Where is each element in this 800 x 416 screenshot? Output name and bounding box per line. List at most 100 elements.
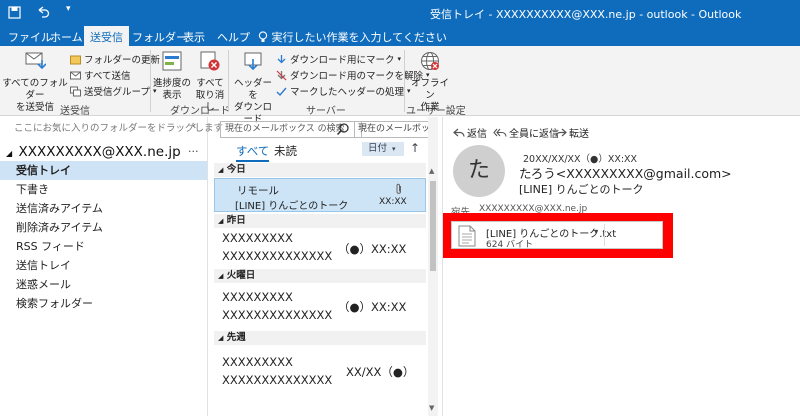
expand-triangle-icon: ◢ [6,149,13,158]
search-scope-select[interactable]: 現在のメールボックス ▾ [354,121,436,138]
mark-download-label: ダウンロード用にマーク [290,55,395,66]
attachment-card[interactable]: [LINE] りんごとのトーク.txt 624 バイト ▾ [451,221,663,250]
send-receive-groups-button[interactable]: 送受信グループ ▾ [70,84,156,98]
title-bar: ▾ 受信トレイ - XXXXXXXXXX@XXX.ne.jp - outlook… [0,0,800,26]
show-progress-button[interactable]: 進捗度の 表示 [152,50,192,102]
group-header-tuesday[interactable]: ◢ 火曜日 [214,269,426,283]
tab-view[interactable]: 表示 [183,29,205,45]
reply-button[interactable]: 返信 [453,125,487,140]
undo-icon[interactable] [36,6,50,19]
message-item[interactable]: XXXXXXXXX XXXXXXXXXXXXXX （●）XX:XX [214,284,426,326]
group-label-server: サーバー [306,106,346,117]
attachment-menu-icon[interactable]: ▾ [594,227,598,236]
message-item[interactable]: XXXXXXXXX XXXXXXXXXXXXXX XX/XX（●） [214,347,426,389]
reply-all-label: 全員に返信 [509,129,559,140]
sort-by-date-button[interactable]: 日付 ▾ [362,142,404,156]
message-sender: XXXXXXXXX [222,231,293,245]
folder-search-folders[interactable]: 検索フォルダー [0,294,207,313]
group-label-download: ダウンロード [170,106,230,117]
update-folder-label: フォルダーの更新 [84,55,161,66]
folder-sent-items[interactable]: 送信済みアイテム [0,199,207,218]
more-options-icon[interactable]: ··· [188,145,199,158]
folder-label: 送信トレイ [16,259,71,272]
process-marked-button[interactable]: マークしたヘッダーの処理 ▾ [276,84,411,98]
window-title: 受信トレイ - XXXXXXXXXX@XXX.ne.jp - outlook -… [430,8,742,21]
folder-label: 検索フォルダー [16,297,93,310]
attachment-size: 624 バイト [486,240,534,250]
folder-outbox[interactable]: 送信トレイ [0,256,207,275]
send-all-icon [70,71,81,79]
group-header-yesterday[interactable]: ◢ 昨日 [214,214,426,228]
folder-label: RSS フィード [16,240,85,253]
unmark-download-button[interactable]: ダウンロード用のマークを解除 ▾ [276,68,430,82]
cancel-all-icon [200,51,220,71]
sort-direction-icon[interactable]: ↑ [410,141,420,155]
sort-label: 日付 [368,143,388,154]
message-subject: XXXXXXXXXXXXXX [222,308,333,322]
forward-button[interactable]: 転送 [555,125,589,140]
group-header-today[interactable]: ◢ 今日 [214,163,426,177]
folder-inbox[interactable]: 受信トレイ [0,161,207,180]
folder-label: 送信済みアイテム [16,202,103,215]
scrollbar-thumb[interactable] [430,181,436,271]
download-headers-button[interactable]: ヘッダーを ダウンロード [230,50,276,126]
folder-deleted-items[interactable]: 削除済みアイテム [0,218,207,237]
group-label: 昨日 [226,215,246,226]
ribbon-divider [404,50,405,112]
folder-label: 下書き [16,183,49,196]
lightbulb-icon [258,31,268,42]
message-item[interactable]: XXXXXXXXX XXXXXXXXXXXXXX （●）XX:XX [214,229,426,269]
globe-icon [421,52,439,70]
tab-help[interactable]: ヘルプ [217,29,250,45]
collapse-pane-icon[interactable]: ‹ [192,119,196,132]
search-scope-value: 現在のメールボックス [358,124,435,134]
send-receive-all-label: すべてのフォルダー を送受信 [2,78,68,113]
forward-label: 転送 [569,129,589,140]
unmark-download-icon [276,70,287,80]
tell-me-search[interactable]: 実行したい作業を入力してください [258,29,447,45]
folder-pane: ここにお気に入りのフォルダーをドラッグします ‹ ◢ XXXXXXXXX@XXX… [0,117,223,416]
collapse-triangle-icon: ◢ [218,272,224,280]
quick-access-dropdown-icon[interactable]: ▾ [66,4,71,14]
group-header-last-week[interactable]: ◢ 先週 [214,331,426,345]
message-list-scrollbar[interactable]: ▲ ▼ [428,117,438,416]
send-receive-groups-icon [70,86,81,96]
scroll-down-icon[interactable]: ▼ [429,404,434,412]
tell-me-text: 実行したい作業を入力してください [271,31,447,44]
reply-all-icon [493,128,507,137]
scroll-up-icon[interactable]: ▲ [429,167,434,175]
folder-junk[interactable]: 迷惑メール [0,275,207,294]
chevron-down-icon: ▾ [392,145,396,153]
filter-unread-tab[interactable]: 未読 [274,143,297,159]
search-icon[interactable] [336,122,354,137]
message-sender: XXXXXXXXX [222,355,293,369]
message-time: （●）XX:XX [338,242,407,256]
send-all-label: すべて送信 [84,71,131,82]
message-time: XX:XX [379,197,407,207]
folder-label: 削除済みアイテム [16,221,103,234]
sender-avatar: た [453,145,505,197]
mark-download-button[interactable]: ダウンロード用にマーク ▾ [276,52,401,66]
save-icon[interactable] [8,6,21,19]
filter-all-tab[interactable]: すべて [236,143,270,162]
account-header[interactable]: ◢ XXXXXXXXX@XXX.ne.jp [6,144,181,160]
mark-download-icon [277,54,286,63]
group-label: 火曜日 [226,270,256,281]
process-marked-label: マークしたヘッダーの処理 [290,87,405,98]
message-sender: リモール [237,185,279,197]
tab-folder[interactable]: フォルダー [132,29,187,45]
message-item[interactable]: リモール [LINE] りんごとのトーク XX:XX [214,178,426,212]
folder-drafts[interactable]: 下書き [0,180,207,199]
send-receive-all-button[interactable]: すべてのフォルダー を送受信 [2,50,68,114]
send-all-button[interactable]: すべて送信 [70,68,130,82]
folder-rss-feeds[interactable]: RSS フィード [0,237,207,256]
tab-file[interactable]: ファイル [8,29,52,45]
message-from[interactable]: たろう<XXXXXXXXX@gmail.com> [519,163,732,182]
tab-send-receive[interactable]: 送受信 [84,26,129,46]
group-label: 先週 [226,332,246,343]
tab-home[interactable]: ホーム [50,29,83,45]
reply-all-button[interactable]: 全員に返信 [493,125,559,140]
group-label: 今日 [226,164,246,175]
update-folder-button[interactable]: フォルダーの更新 [70,52,160,66]
reply-icon [453,128,465,137]
